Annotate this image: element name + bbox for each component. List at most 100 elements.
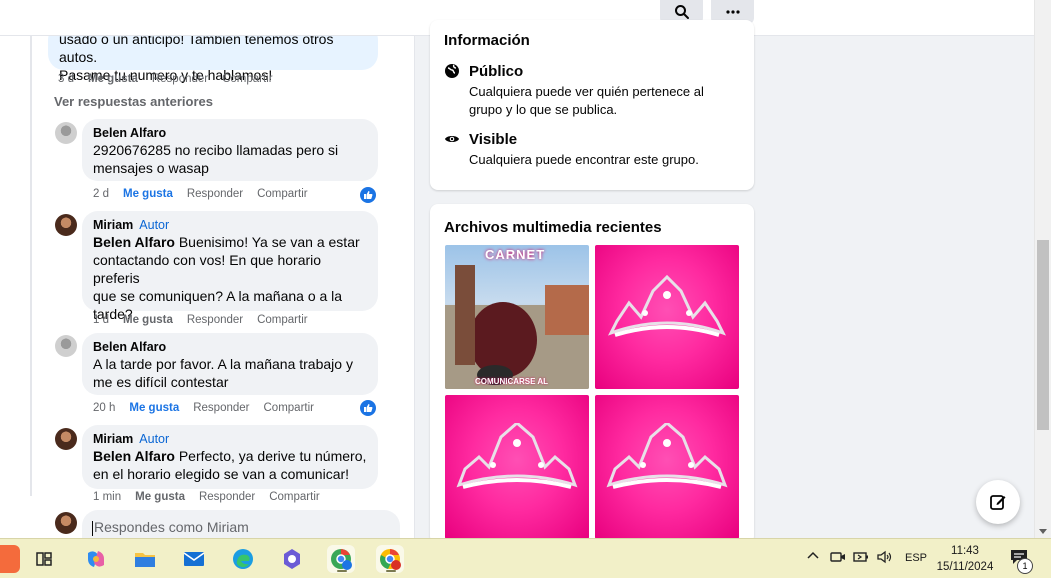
share-button[interactable]: Compartir [257,188,307,200]
system-clock[interactable]: 11:43 15/11/2024 [930,543,1000,575]
page-scrollbar[interactable] [1034,0,1051,538]
search-icon [674,5,689,19]
reply-button[interactable]: Responder [187,188,243,200]
info-text: Cualquiera puede encontrar este grupo. [469,152,699,167]
like-button[interactable]: Me gusta [88,73,138,85]
current-user-avatar[interactable] [55,512,77,534]
comment-author[interactable]: Belen Alfaro [93,125,367,141]
avatar[interactable] [55,335,77,357]
comment-time: 1 d [93,314,109,326]
avatar[interactable] [55,122,77,144]
avatar[interactable] [55,428,77,450]
comment-bubble: usado o un anticipo! También tenemos otr… [48,36,378,83]
like-button[interactable]: Me gusta [123,188,173,200]
thread-line [30,36,32,496]
thumbs-up-icon [364,404,373,412]
media-card-title: Archivos multimedia recientes [444,219,662,236]
notifications-count-badge: 1 [1017,558,1033,574]
comment-text: mensajes o wasap [93,160,209,176]
comment-author[interactable]: Miriam [93,218,133,232]
edge-icon[interactable] [229,545,257,573]
comment-author[interactable]: Belen Alfaro [93,339,367,355]
comments-feed: usado o un anticipo! También tenemos otr… [0,36,415,538]
info-text: Cualquiera puede ver quién pertenece al [469,84,704,99]
compose-icon [990,495,1006,510]
comment-text: A la tarde por favor. A la mañana trabaj… [93,356,353,372]
chrome-icon[interactable] [376,545,404,573]
reply-button[interactable]: Responder [193,402,249,414]
like-reaction-badge[interactable] [360,187,376,203]
media-photo[interactable] [445,395,589,539]
info-card-title: Información [444,32,530,49]
like-button[interactable]: Me gusta [129,402,179,414]
info-heading-public: Público [469,63,524,80]
comment-text: me es difícil contestar [93,374,229,390]
comment-time: 2 d [93,188,109,200]
file-explorer-icon[interactable] [131,545,159,573]
share-button[interactable]: Compartir [257,314,307,326]
comment-time: 1 min [93,491,122,503]
mention-link[interactable]: Belen Alfaro [93,448,175,464]
chrome-profile-icon[interactable] [327,545,355,573]
app-running-indicator [337,570,347,572]
volume-icon[interactable] [876,549,894,568]
comment-bubble: Belen Alfaro 2920676285 no recibo llamad… [82,119,378,181]
comment-text: 2920676285 no recibo llamadas pero si [93,142,339,158]
comment-bubble: Miriam Autor Belen Alfaro Perfecto, ya de… [82,425,378,489]
media-photo[interactable]: CARNET COMUNICARSE AL [445,245,589,389]
copilot-app-icon[interactable] [278,545,306,573]
comment-bubble: Miriam Autor Belen Alfaro Buenisimo! Ya s… [82,211,378,322]
recent-media-card: Archivos multimedia recientes CARNET COM… [430,204,754,544]
comment-actions: 1 d Me gusta Responder Compartir [93,314,308,326]
new-message-button[interactable] [976,480,1020,524]
scrollbar-thumb[interactable] [1037,240,1049,430]
comment-actions: 1 min Me gusta Responder Compartir [93,491,320,503]
tiara-illustration [456,423,578,489]
reply-button[interactable]: Responder [199,491,255,503]
scroll-down-arrow[interactable] [1039,529,1047,534]
text-caret [92,520,93,536]
comment-text: en el horario elegido se van a comunicar… [93,466,350,482]
info-description: Cualquiera puede ver quién pertenece al … [469,83,704,119]
like-reaction-badge[interactable] [360,400,376,416]
info-text: grupo y lo que se publica. [469,102,618,117]
photo-caption: COMUNICARSE AL [475,377,549,386]
globe-icon [445,64,459,78]
tiara-illustration [606,423,728,489]
like-button[interactable]: Me gusta [123,314,173,326]
eye-icon [445,136,459,142]
meet-now-icon[interactable] [830,549,846,568]
mention-link[interactable]: Belen Alfaro [93,234,175,250]
reply-input[interactable]: Respondes como Miriam [82,510,400,538]
task-view-icon[interactable] [30,545,58,573]
share-button[interactable]: Compartir [269,491,319,503]
copilot-app-icon[interactable] [82,545,110,573]
like-button[interactable]: Me gusta [135,491,185,503]
clock-time: 11:43 [951,545,979,557]
copilot-icon[interactable] [0,545,20,573]
comment-time: 3 d [58,73,74,85]
chevron-up-icon[interactable] [806,549,820,566]
language-indicator[interactable]: ESP [905,552,927,564]
reply-button[interactable]: Responder [187,314,243,326]
share-button[interactable]: Compartir [222,73,272,85]
comment-time: 20 h [93,402,116,414]
motorcycle-illustration [445,265,589,389]
previous-replies-link[interactable]: Ver respuestas anteriores [54,94,213,109]
author-badge: Autor [139,432,170,446]
windows-taskbar: ESP 11:43 15/11/2024 1 [0,538,1051,578]
avatar[interactable] [55,214,77,236]
battery-icon[interactable] [852,549,870,568]
reply-button[interactable]: Responder [152,73,208,85]
mail-icon[interactable] [180,545,208,573]
media-photo[interactable] [595,395,739,539]
share-button[interactable]: Compartir [264,402,314,414]
comment-actions: 20 h Me gusta Responder Compartir [93,402,314,414]
comment-author[interactable]: Miriam [93,432,133,446]
comment-text: Buenisimo! Ya se van a estar [174,234,360,250]
comment-text: Perfecto, ya derive tu número, [174,448,367,464]
photo-caption: CARNET [485,247,546,262]
media-photo[interactable] [595,245,739,389]
comment-text: que se comuniquen? A la mañana o a la [93,288,343,304]
app-running-indicator [386,570,396,572]
